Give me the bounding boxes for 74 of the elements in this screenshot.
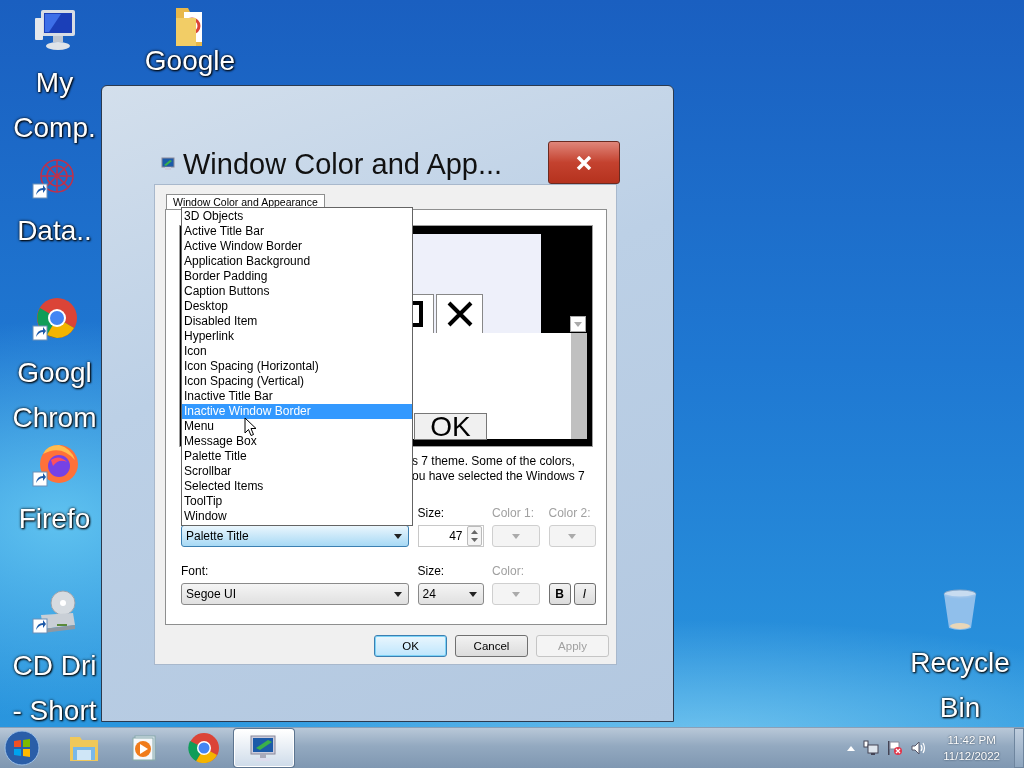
- list-option[interactable]: Active Window Border: [182, 239, 412, 254]
- spin-arrows-icon: [470, 529, 478, 543]
- icon-label: - Short: [12, 694, 97, 728]
- font-size-dropdown[interactable]: 24: [417, 583, 484, 605]
- list-option[interactable]: ToolTip: [182, 494, 412, 509]
- font-label: Font:: [181, 564, 210, 579]
- firefox-icon: [30, 442, 79, 490]
- chrome-icon: [188, 732, 220, 764]
- icon-label: My: [35, 66, 74, 100]
- caret-icon: [512, 591, 520, 597]
- start-orb-icon: [4, 730, 40, 766]
- maximize-icon: [411, 301, 423, 327]
- caret-icon: [394, 533, 402, 539]
- list-option[interactable]: Hyperlink: [182, 329, 412, 344]
- chrome-icon: [30, 296, 79, 344]
- show-desktop-button[interactable]: [1014, 728, 1024, 768]
- color-label: Color:: [492, 564, 525, 579]
- cursor-icon: [244, 417, 257, 437]
- caret-up-icon[interactable]: [847, 745, 856, 751]
- icon-label: Google: [144, 44, 236, 77]
- icon-label: Googl: [17, 356, 92, 390]
- font-dropdown[interactable]: Segoe UI: [181, 583, 409, 605]
- icon-label: CD Dri: [12, 649, 97, 683]
- list-option[interactable]: Menu: [182, 419, 412, 434]
- taskbar-button[interactable]: [234, 729, 294, 767]
- icon-label: Data..: [17, 214, 92, 248]
- list-option[interactable]: Disabled Item: [182, 314, 412, 329]
- close-icon: [576, 155, 592, 170]
- list-option[interactable]: Message Box: [182, 434, 412, 449]
- monitor-icon: [161, 157, 175, 171]
- list-option[interactable]: Caption Buttons: [182, 284, 412, 299]
- list-option[interactable]: Desktop: [182, 299, 412, 314]
- list-option[interactable]: Window: [182, 509, 412, 524]
- media-player-icon: [129, 733, 159, 763]
- list-option[interactable]: Icon: [182, 344, 412, 359]
- list-option[interactable]: Selected Items: [182, 479, 412, 494]
- caret-icon: [568, 533, 576, 539]
- dialog-button[interactable]: OK: [374, 635, 447, 657]
- color-label: Color 2:: [548, 506, 592, 521]
- item-dropdown[interactable]: Palette Title: [181, 525, 409, 547]
- icon-label: Chrom: [12, 401, 97, 435]
- flag-icon[interactable]: [887, 740, 904, 756]
- size-label: Size:: [417, 564, 446, 579]
- list-option[interactable]: Border Padding: [182, 269, 412, 284]
- bold-button[interactable]: B: [548, 583, 571, 605]
- icon-label: Recycle: [910, 646, 1010, 680]
- list-option[interactable]: 3D Objects: [182, 209, 412, 224]
- size-label: Size:: [417, 506, 446, 521]
- caret-icon: [574, 321, 582, 327]
- list-option[interactable]: Active Title Bar: [182, 224, 412, 239]
- description-text: ou have selected the Windows 7: [412, 469, 586, 484]
- caret-icon: [512, 533, 520, 539]
- list-option[interactable]: Icon Spacing (Horizontal): [182, 359, 412, 374]
- icon-label: Firefo: [18, 502, 91, 536]
- dialog-button[interactable]: Cancel: [455, 635, 528, 657]
- close-button[interactable]: [548, 141, 620, 184]
- caret-icon: [468, 591, 477, 597]
- list-option[interactable]: Inactive Title Bar: [182, 389, 412, 404]
- close-icon: [446, 301, 473, 327]
- icon-label: Bin: [939, 691, 981, 725]
- size-spinner[interactable]: 47: [417, 525, 484, 547]
- color-label: Color 1:: [492, 506, 536, 521]
- window-title: Window Color and App...: [183, 147, 504, 181]
- cd-drive-icon: [30, 589, 79, 637]
- volume-icon[interactable]: [911, 740, 928, 756]
- icon-label: Comp.: [13, 111, 96, 145]
- caret-icon: [394, 591, 402, 597]
- list-option[interactable]: Application Background: [182, 254, 412, 269]
- list-option[interactable]: Scrollbar: [182, 464, 412, 479]
- list-option[interactable]: Icon Spacing (Vertical): [182, 374, 412, 389]
- italic-button[interactable]: I: [573, 583, 596, 605]
- network-icon[interactable]: [863, 740, 880, 756]
- description-text: s 7 theme. Some of the colors,: [412, 454, 576, 469]
- list-option[interactable]: Palette Title: [182, 449, 412, 464]
